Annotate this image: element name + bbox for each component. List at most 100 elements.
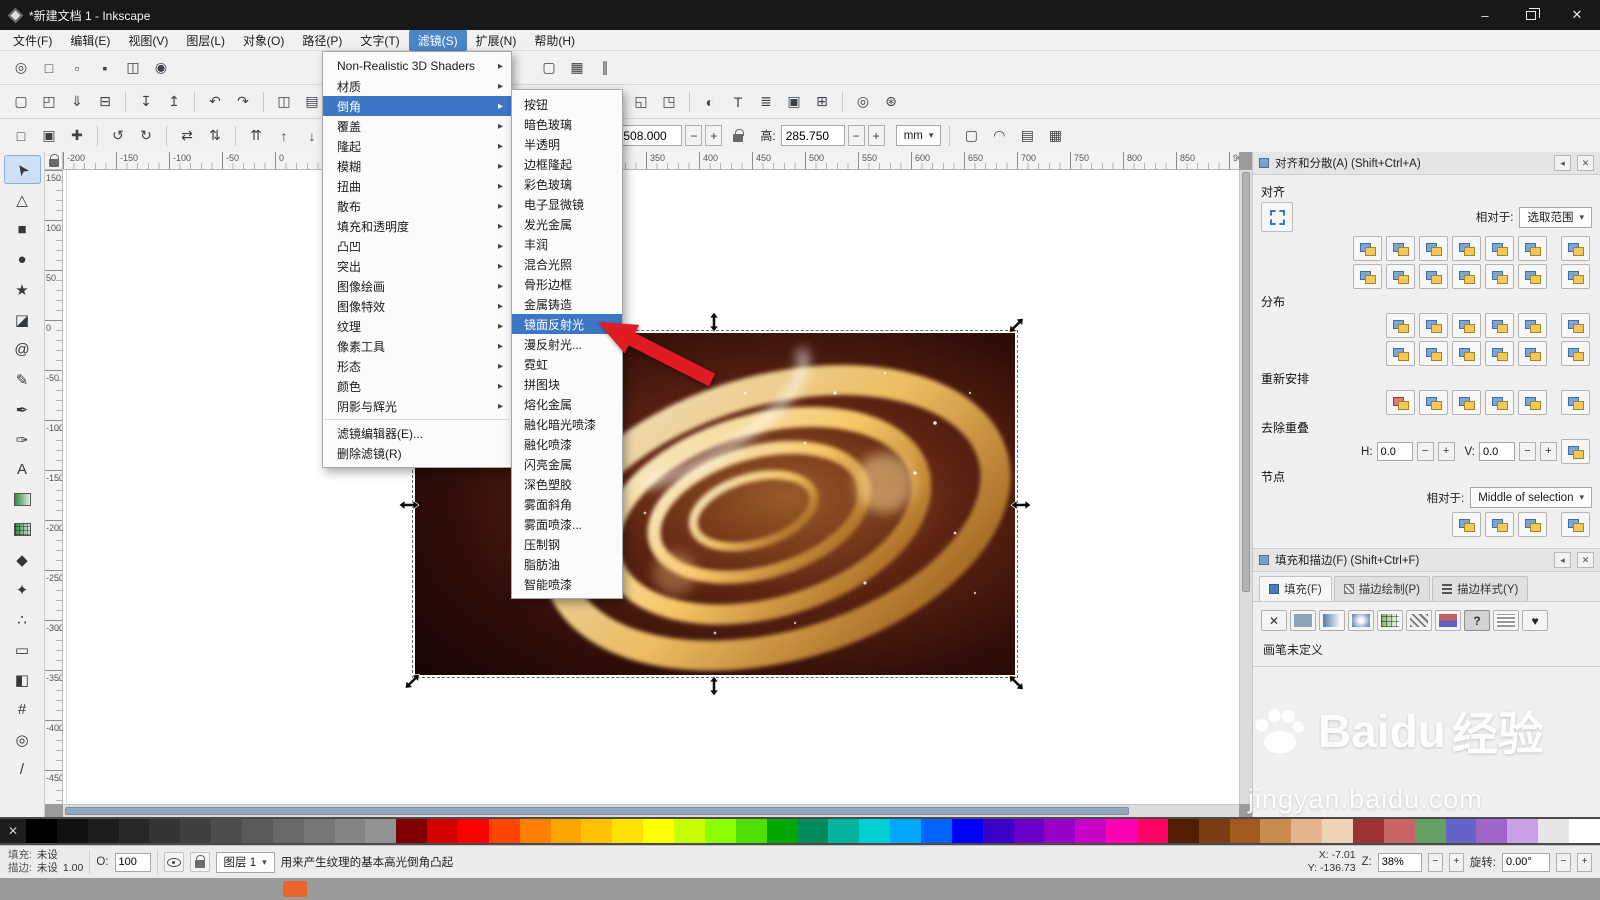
filters-menu-item[interactable]: 隆起 ▸	[323, 136, 511, 156]
select-touch-button[interactable]: □	[8, 123, 34, 149]
palette-swatch[interactable]	[303, 819, 335, 843]
paint-paint-server-button[interactable]	[1493, 610, 1519, 631]
palette-swatch[interactable]	[1167, 819, 1199, 843]
tool-pencil[interactable]: ✎	[4, 365, 41, 394]
lock-width-height-button[interactable]	[725, 123, 751, 149]
opacity-input[interactable]	[114, 852, 151, 872]
palette-swatch[interactable]	[1507, 819, 1539, 843]
palette-swatch[interactable]	[1044, 819, 1076, 843]
taskbar-app-hint[interactable]	[283, 881, 307, 897]
snap-centers-button[interactable]: ◉	[148, 55, 174, 81]
bevel-submenu-item[interactable]: 雾面斜角	[512, 494, 622, 514]
palette-swatch[interactable]	[334, 819, 366, 843]
fill-stroke-dialog-button[interactable]: ◐	[697, 89, 723, 115]
menubar-item-图层(L)[interactable]: 图层(L)	[177, 30, 234, 51]
snap-bbox-edges-button[interactable]: ▫	[64, 55, 90, 81]
palette-swatch[interactable]	[458, 819, 489, 843]
flip-vertical-button[interactable]: ⇅	[202, 123, 228, 149]
palette-swatch[interactable]	[87, 819, 119, 843]
align-top-edges-button[interactable]	[1386, 264, 1415, 289]
tool-mesh-gradient[interactable]	[4, 515, 41, 544]
palette-swatch[interactable]	[1538, 819, 1569, 843]
tool-tweak[interactable]: ✦	[4, 575, 41, 604]
snap-edge-midpoints-button[interactable]: ◫	[120, 55, 146, 81]
filters-menu-item[interactable]: 填充和透明度 ▸	[323, 216, 511, 236]
panel-close-button[interactable]: ✕	[1577, 552, 1594, 568]
zoom-to-drawing-button[interactable]: ◱	[628, 89, 654, 115]
palette-swatch[interactable]	[643, 819, 675, 843]
filters-menu-item[interactable]: 颜色 ▸	[323, 376, 511, 396]
zoom-decrease-button[interactable]: −	[1427, 852, 1443, 872]
distribute-left-edges-button[interactable]	[1386, 313, 1415, 338]
palette-no-color[interactable]: ✕	[0, 819, 26, 843]
selection-handle-top-right[interactable]	[1006, 315, 1027, 336]
paint-linear-button[interactable]	[1319, 610, 1345, 631]
paint-flat-button[interactable]	[1290, 610, 1316, 631]
palette-swatch[interactable]	[118, 819, 150, 843]
bevel-submenu-item[interactable]: 发光金属	[512, 214, 622, 234]
text-distribute-vertical-button[interactable]	[1561, 341, 1590, 366]
distribute-equal-horizontal-gaps-button[interactable]	[1485, 313, 1514, 338]
palette-swatch[interactable]	[180, 819, 212, 843]
bevel-submenu-item[interactable]: 边框隆起	[512, 154, 622, 174]
nodes-relative-to-select[interactable]: Middle of selection ▾	[1470, 487, 1592, 508]
tool-selector[interactable]: ➤	[3, 155, 41, 184]
filters-menu-item[interactable]: 图像特效 ▸	[323, 296, 511, 316]
tool-gradient[interactable]	[4, 485, 41, 514]
paint-radial-button[interactable]	[1348, 610, 1374, 631]
filters-menu-item[interactable]: 突出 ▸	[323, 256, 511, 276]
exchange-in-stacking-order-button[interactable]	[1452, 390, 1481, 415]
bevel-submenu-item[interactable]: 骨形边框	[512, 274, 622, 294]
palette-swatch[interactable]	[1445, 819, 1477, 843]
distribute-nodes-horizontally-button[interactable]	[1518, 512, 1547, 537]
palette-swatch[interactable]	[890, 819, 921, 843]
text-align-vertical-button[interactable]	[1561, 264, 1590, 289]
paint-none-button[interactable]	[1261, 610, 1287, 631]
palette-swatch[interactable]	[1075, 819, 1107, 843]
palette-swatch[interactable]	[859, 819, 891, 843]
align-baseline-last-button[interactable]	[1518, 264, 1547, 289]
v-gap-input[interactable]	[1479, 442, 1515, 461]
width-input[interactable]	[618, 125, 683, 146]
bevel-submenu-item[interactable]: 电子显微镜	[512, 194, 622, 214]
select-add-button[interactable]: ✚	[64, 123, 90, 149]
menubar-item-对象(O)[interactable]: 对象(O)	[234, 30, 293, 51]
tool-spray[interactable]: ∴	[4, 605, 41, 634]
palette-swatch[interactable]	[1414, 819, 1446, 843]
restore-button[interactable]	[1508, 0, 1554, 30]
menubar-item-帮助(H)[interactable]: 帮助(H)	[525, 30, 584, 51]
text-distribute-horizontal-button[interactable]	[1561, 313, 1590, 338]
filters-menu-item[interactable]: 滤镜编辑器(E)...	[323, 423, 511, 443]
snap-page-border-button[interactable]: ▢	[536, 55, 562, 81]
filters-menu-item[interactable]: 覆盖 ▸	[323, 116, 511, 136]
menubar-item-扩展(N)[interactable]: 扩展(N)	[467, 30, 526, 51]
ruler-corner[interactable]	[45, 152, 63, 170]
menubar-item-视图(V)[interactable]: 视图(V)	[119, 30, 177, 51]
palette-swatch[interactable]	[704, 819, 736, 843]
tool-paint-bucket[interactable]: ◧	[4, 665, 41, 694]
palette-swatch[interactable]	[149, 819, 181, 843]
minimize-button[interactable]: –	[1462, 0, 1508, 30]
move-as-group-toggle[interactable]	[1261, 202, 1293, 232]
snap-guides-button[interactable]: ∥	[592, 55, 618, 81]
horizontal-ruler[interactable]: -200-150-100-500501001502002503003504004…	[63, 152, 1239, 170]
bevel-submenu-item[interactable]: 雾面喷漆...	[512, 514, 622, 534]
transform-gradient-button[interactable]: ▤	[1014, 123, 1040, 149]
h-gap-input[interactable]	[1376, 442, 1413, 461]
transform-pattern-button[interactable]: ▦	[1042, 123, 1068, 149]
spellcheck-button[interactable]: ◎	[850, 89, 876, 115]
canvas-horizontal-scrollbar[interactable]	[63, 804, 1239, 817]
palette-swatch[interactable]	[1136, 819, 1168, 843]
height-decrease-button[interactable]: −	[847, 125, 865, 146]
palette-swatch[interactable]	[766, 819, 798, 843]
distribute-nodes-vertically-button[interactable]	[1561, 512, 1590, 537]
layers-dialog-button[interactable]: ≣	[753, 89, 779, 115]
snap-grid-button[interactable]: ▦	[564, 55, 590, 81]
text-dialog-button[interactable]: T	[725, 89, 751, 115]
align-bottom-edges-button[interactable]	[1452, 264, 1481, 289]
flip-horizontal-button[interactable]: ⇄	[174, 123, 200, 149]
filters-menu-item[interactable]: 图像绘画 ▸	[323, 276, 511, 296]
align-nodes-vertically-button[interactable]	[1485, 512, 1514, 537]
filters-menu-item[interactable]: 扭曲 ▸	[323, 176, 511, 196]
randomize-centers-button[interactable]	[1518, 390, 1547, 415]
